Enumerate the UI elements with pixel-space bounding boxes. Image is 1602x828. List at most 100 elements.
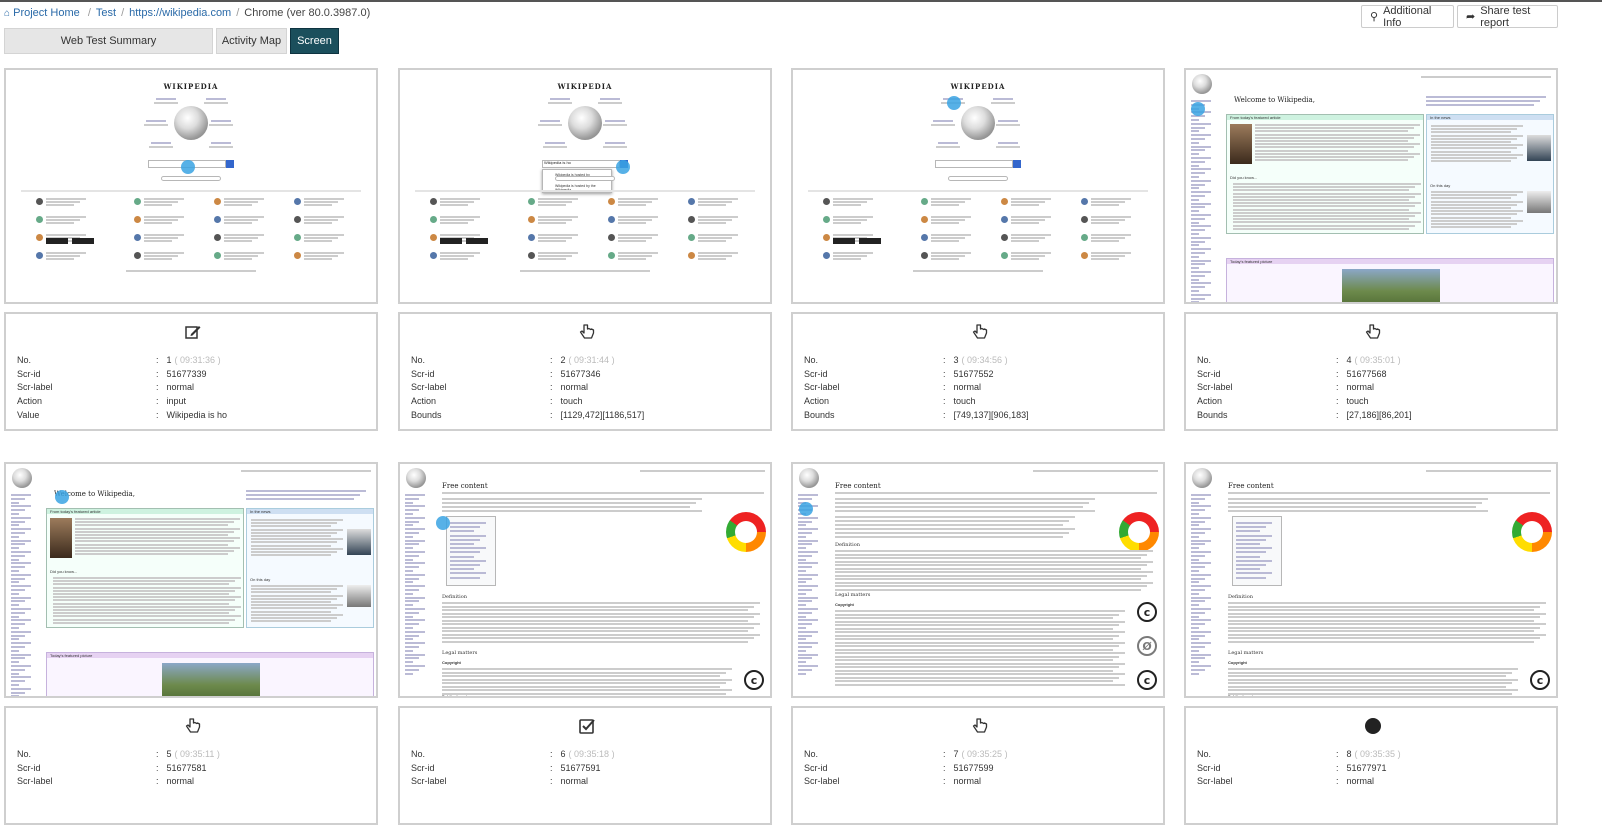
row-value-label: Value xyxy=(17,410,40,420)
screen-thumbnail[interactable]: Free content Definition Legal matters Copyr… xyxy=(398,462,772,698)
row-scr-id: Scr-id :51677971 xyxy=(1197,763,1387,776)
row-scr-id-label: Scr-id xyxy=(1197,763,1221,773)
tab-web-test-summary[interactable]: Web Test Summary xyxy=(4,28,213,54)
row-no-value: :5( 09:35:11 ) xyxy=(156,749,220,759)
breadcrumb-test[interactable]: Test xyxy=(96,7,116,19)
touch-icon xyxy=(184,717,202,735)
tab-activity-map[interactable]: Activity Map xyxy=(216,28,287,54)
row-bounds-value: : [1129,472][1186,517] xyxy=(550,410,645,420)
wiki-globe-logo xyxy=(12,468,32,488)
row-no-value: :4( 09:35:01 ) xyxy=(1336,355,1401,365)
wiki-globe-logo xyxy=(799,468,819,488)
row-scr-label-label: Scr-label xyxy=(1197,382,1233,392)
row-action-label: Action xyxy=(411,396,437,406)
row-action: Action: touch xyxy=(1197,396,1369,409)
screen-number: 1 xyxy=(166,355,172,365)
screen-thumbnail[interactable]: Welcome to Wikipedia, From today's featur… xyxy=(1184,68,1558,304)
row-scr-label-value: : normal xyxy=(550,382,589,392)
featured-picture-title: Today's featured picture xyxy=(1230,259,1273,264)
screen-thumbnail[interactable]: WIKIPEDIA xyxy=(791,68,1165,304)
row-scr-label-label: Scr-label xyxy=(1197,776,1233,786)
screen-thumbnail[interactable]: Free content Definition Legal matters Copyr… xyxy=(1184,462,1558,698)
view-tabs: Web Test Summary Activity Map Screen xyxy=(4,28,339,54)
screen-thumbnail[interactable]: WIKIPEDIA xyxy=(4,68,378,304)
action: touch xyxy=(953,396,976,406)
additional-info-button[interactable]: ⚲ Additional Info xyxy=(1361,5,1454,29)
row-no: No.:8( 09:35:35 ) xyxy=(1197,749,1401,762)
scr-id: 51677971 xyxy=(1346,763,1387,773)
top-bar: ⌂ Project Home / Test / https://wikipedia.c… xyxy=(0,2,1602,29)
screen-thumbnail[interactable]: Free content Definition Legal matters Copyr… xyxy=(791,462,1165,698)
row-scr-label-label: Scr-label xyxy=(411,776,447,786)
tap-marker xyxy=(947,96,961,110)
row-scr-id-label: Scr-id xyxy=(411,763,435,773)
row-action-value: : touch xyxy=(943,396,976,406)
checkbox-icon xyxy=(578,717,596,735)
touch-icon xyxy=(578,323,596,341)
row-no-value: :7( 09:35:25 ) xyxy=(943,749,1008,759)
public-domain-heading: Public domain xyxy=(442,694,470,698)
share-test-report-button[interactable]: ➦ Share test report xyxy=(1457,5,1558,29)
breadcrumb-project-home[interactable]: ⌂ Project Home xyxy=(4,7,83,19)
row-scr-id-label: Scr-id xyxy=(411,369,435,379)
tap-marker xyxy=(55,490,69,504)
definition-heading: Definition xyxy=(442,594,467,600)
row-scr-label-label: Scr-label xyxy=(17,382,53,392)
row-scr-id: Scr-id:51677581 xyxy=(17,763,207,776)
row-scr-label-label: Scr-label xyxy=(804,382,840,392)
screen-info-card: No.:6( 09:35:18 ) Scr-id:51677591 Scr-labe… xyxy=(398,706,772,825)
row-action: Action: input xyxy=(17,396,186,409)
wiki-globe-logo xyxy=(961,106,995,140)
row-value: Value: Wikipedia is ho xyxy=(17,410,227,423)
bounds: [1129,472][1186,517] xyxy=(560,410,645,420)
row-bounds: Bounds: [1129,472][1186,517] xyxy=(411,410,644,423)
featured-article-panel: From today's featured article Did you kno… xyxy=(46,508,244,628)
screen-info-card: No. :4( 09:35:01 ) Scr-id :51677568 Scr-labe… xyxy=(1184,312,1558,431)
on-this-day-title: On this day xyxy=(1430,183,1451,188)
screen-number: 5 xyxy=(166,749,172,759)
copyright-icon: c xyxy=(1137,602,1157,622)
screen-thumbnail[interactable]: WIKIPEDIA Wikipedia is ho Wikipedia is hos… xyxy=(398,68,772,304)
row-scr-id: Scr-id:51677599 xyxy=(804,763,994,776)
row-scr-id-value: :51677599 xyxy=(943,763,994,773)
row-scr-id-label: Scr-id xyxy=(17,369,41,379)
home-icon: ⌂ xyxy=(4,8,11,19)
row-bounds: Bounds: [27,186][86,201] xyxy=(1197,410,1412,423)
free-content-logo xyxy=(1512,512,1552,552)
featured-article-title: From today's featured article xyxy=(50,509,101,514)
screen-thumbnail[interactable]: Welcome to Wikipedia, From today's featur… xyxy=(4,462,378,698)
row-no-value: :6( 09:35:18 ) xyxy=(550,749,615,759)
scr-label: normal xyxy=(166,776,195,786)
row-scr-label: Scr-label: normal xyxy=(411,776,588,789)
screen-time: ( 09:31:36 ) xyxy=(174,355,221,365)
article-title: Free content xyxy=(442,482,488,490)
scr-label: normal xyxy=(953,776,982,786)
row-action-value: : input xyxy=(156,396,187,406)
row-scr-label: Scr-label: normal xyxy=(1197,382,1374,395)
tab-screen[interactable]: Screen xyxy=(290,28,339,54)
row-action-label: Action xyxy=(804,396,830,406)
row-no-label: No. xyxy=(1197,355,1212,365)
row-scr-label: Scr-label: normal xyxy=(1197,776,1374,789)
row-scr-id-label: Scr-id xyxy=(1197,369,1221,379)
definition-heading: Definition xyxy=(835,542,860,548)
row-no: No.:1( 09:31:36 ) xyxy=(17,355,221,368)
row-action-label: Action xyxy=(1197,396,1223,406)
wiki-search-button xyxy=(226,160,234,168)
row-scr-id-value: :51677971 xyxy=(1336,763,1387,773)
in-the-news-panel: In the news On this day xyxy=(1426,114,1554,234)
row-scr-id-value: :51677568 xyxy=(1336,369,1387,379)
featured-picture-title: Today's featured picture xyxy=(50,653,93,658)
row-scr-id-value: :51677346 xyxy=(550,369,601,379)
scr-id: 51677591 xyxy=(560,763,601,773)
row-no: No.:3( 09:34:56 ) xyxy=(804,355,1008,368)
screen-time: ( 09:35:11 ) xyxy=(174,749,220,759)
row-scr-id: Scr-id :51677346 xyxy=(411,369,601,382)
row-bounds-value: : [749,137][906,183] xyxy=(943,410,1029,420)
breadcrumb-url[interactable]: https://wikipedia.com xyxy=(129,7,231,19)
wiki-search-button xyxy=(1013,160,1021,168)
featured-picture-panel: Today's featured picture xyxy=(1226,258,1554,302)
screen-number: 8 xyxy=(1346,749,1352,759)
screen-time: ( 09:31:44 ) xyxy=(568,355,615,365)
public-domain-heading: Public domain xyxy=(1228,694,1256,698)
